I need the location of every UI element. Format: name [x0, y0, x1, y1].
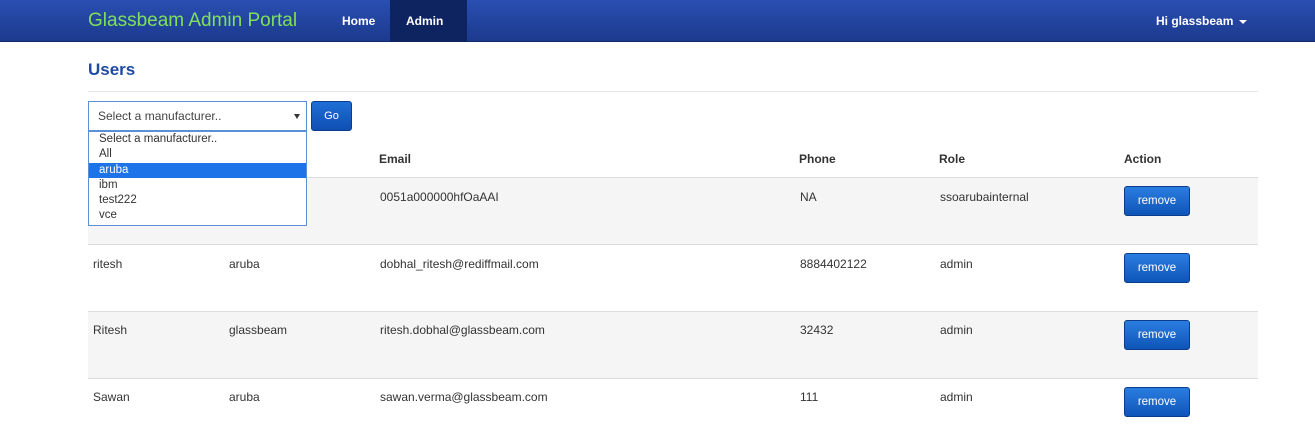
dropdown-option[interactable]: test222 — [89, 193, 306, 208]
nav-home-label: Home — [342, 14, 376, 28]
brand-logo-text[interactable]: Glassbeam Admin Portal — [88, 10, 297, 32]
cell-phone: NA — [800, 190, 817, 204]
dropdown-option[interactable]: ibm — [89, 178, 306, 193]
nav-admin-dropdown[interactable]: Admin — [390, 0, 467, 66]
cell-role: admin — [940, 257, 973, 271]
dropdown-option[interactable]: All — [89, 147, 306, 162]
cell-email: dobhal_ritesh@rediffmail.com — [380, 257, 539, 271]
remove-button[interactable]: remove — [1124, 320, 1190, 350]
cell-company: aruba — [229, 257, 260, 271]
remove-button[interactable]: remove — [1124, 186, 1190, 216]
column-header-role: Role — [939, 152, 966, 166]
column-header-phone: Phone — [799, 152, 836, 166]
cell-email: 0051a000000hfOaAAI — [380, 190, 499, 204]
dropdown-option[interactable]: Select a manufacturer.. — [89, 132, 306, 147]
cell-name: Sawan — [93, 390, 130, 404]
column-header-email: Email — [379, 152, 412, 166]
cell-name: Ritesh — [93, 323, 128, 337]
cell-role: admin — [940, 323, 973, 337]
caret-down-icon — [412, 61, 420, 66]
cell-role: admin — [940, 390, 973, 404]
cell-phone: 111 — [800, 390, 819, 404]
user-menu-dropdown[interactable]: Hi glassbeam — [1140, 0, 1263, 42]
cell-role: ssoarubainternal — [940, 190, 1029, 204]
remove-button[interactable]: remove — [1124, 387, 1190, 417]
table-row — [88, 311, 1258, 378]
nav-admin-label: Admin — [406, 14, 444, 28]
dropdown-option[interactable]: vce — [89, 208, 306, 223]
user-menu-label: Hi glassbeam — [1156, 14, 1234, 28]
cell-company: aruba — [229, 390, 260, 404]
cell-email: ritesh.dobhal@glassbeam.com — [380, 323, 545, 337]
table-row — [88, 244, 1258, 311]
nav-home-link[interactable]: Home — [326, 0, 391, 42]
cell-company: glassbeam — [229, 323, 288, 337]
cell-name: ritesh — [93, 257, 123, 271]
column-header-action: Action — [1124, 152, 1162, 166]
manufacturer-select-value: Select a manufacturer.. — [98, 109, 222, 123]
dropdown-option-highlighted[interactable]: aruba — [89, 162, 306, 178]
cell-email: sawan.verma@glassbeam.com — [380, 390, 548, 404]
title-divider — [88, 91, 1258, 92]
manufacturer-dropdown-list: Select a manufacturer.. All aruba ibm te… — [88, 131, 307, 226]
remove-button[interactable]: remove — [1124, 253, 1190, 283]
dropdown-arrow-icon — [294, 114, 300, 119]
page-title: Users — [88, 60, 136, 79]
cell-phone: 32432 — [800, 323, 834, 337]
table-row — [88, 378, 1258, 445]
cell-phone: 8884402122 — [800, 257, 867, 271]
manufacturer-select[interactable]: Select a manufacturer.. — [88, 101, 307, 131]
top-navbar: Glassbeam Admin Portal Home Admin Hi gla… — [0, 0, 1315, 66]
go-button[interactable]: Go — [311, 101, 352, 131]
caret-down-icon — [1239, 19, 1248, 24]
